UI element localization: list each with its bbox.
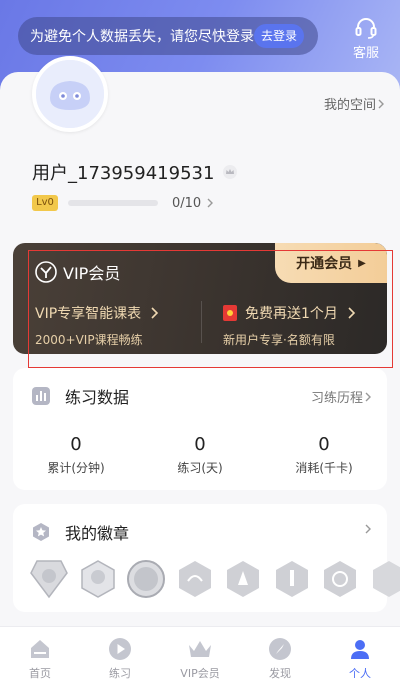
level-progress-text: 0/10 xyxy=(172,195,202,211)
customer-service-button[interactable]: 客服 xyxy=(346,16,386,61)
vip-left-subtitle: 2000+VIP课程畅练 xyxy=(35,333,143,347)
chevron-right-icon xyxy=(365,392,371,401)
stat-label: 累计(分钟) xyxy=(47,461,105,475)
badge-icon[interactable] xyxy=(272,559,312,599)
practice-title: 练习数据 xyxy=(65,388,130,407)
chevron-right-icon xyxy=(378,99,384,108)
stat-value: 0 xyxy=(194,434,206,455)
tab-vip[interactable]: VIP会员 xyxy=(160,627,240,690)
badge-icon[interactable] xyxy=(223,559,263,599)
tab-label: 发现 xyxy=(269,667,291,680)
crown-icon xyxy=(189,641,211,657)
vip-card[interactable]: VIP会员 开通会员 ▶ VIP专享智能课表 2000+VIP课程畅练 免费再送… xyxy=(13,243,387,354)
level-progress-bar xyxy=(68,200,158,206)
login-button[interactable]: 去登录 xyxy=(254,24,304,48)
username-row: 用户_173959419531 xyxy=(32,159,238,185)
chevron-right-icon xyxy=(365,524,371,534)
badge-list xyxy=(29,559,400,599)
open-vip-label: 开通会员 xyxy=(296,256,353,272)
home-icon xyxy=(31,640,49,658)
stat-value: 0 xyxy=(318,434,330,455)
level-badge: Lv0 xyxy=(32,195,58,211)
vip-right-subtitle: 新用户专享·名额有限 xyxy=(223,333,335,347)
bar-chart-icon xyxy=(32,387,50,405)
badge-icon[interactable] xyxy=(175,559,215,599)
chevron-right-icon xyxy=(151,307,159,319)
badges-card[interactable]: 我的徽章 xyxy=(13,504,400,612)
stat-calories: 0 消耗(千卡) xyxy=(274,434,374,476)
badge-icon[interactable] xyxy=(78,559,118,599)
compass-icon xyxy=(269,638,291,660)
tab-label: VIP会员 xyxy=(180,667,220,680)
tab-home[interactable]: 首页 xyxy=(0,627,80,690)
my-space-label: 我的空间 xyxy=(323,98,376,113)
stat-total-minutes: 0 累计(分钟) xyxy=(26,434,126,476)
crown-icon xyxy=(223,165,238,179)
vip-left-title: VIP专享智能课表 xyxy=(35,306,142,322)
avatar-face-icon xyxy=(36,60,104,128)
customer-service-label: 客服 xyxy=(352,46,379,61)
red-packet-icon xyxy=(223,305,237,321)
tab-practice[interactable]: 练习 xyxy=(80,627,160,690)
star-badge-icon xyxy=(33,523,49,541)
login-tip-banner[interactable]: 为避免个人数据丢失，请您尽快登录 去登录 xyxy=(18,17,318,55)
avatar[interactable] xyxy=(32,56,108,132)
my-space-link[interactable]: 我的空间 xyxy=(324,94,386,113)
badge-icon[interactable] xyxy=(369,559,400,599)
chevron-right-icon xyxy=(348,307,356,319)
badge-icon[interactable] xyxy=(320,559,360,599)
practice-data-card: 练习数据 习练历程 0 累计(分钟) 0 练习(天) 0 消耗(千卡) xyxy=(13,368,387,490)
chevron-right-icon xyxy=(207,198,214,208)
level-row[interactable]: Lv0 0/10 xyxy=(32,195,215,211)
vip-title-label: VIP会员 xyxy=(63,264,121,283)
vip-title: VIP会员 xyxy=(35,260,120,284)
vip-right-title: 免费再送1个月 xyxy=(245,306,338,322)
play-triangle-icon: ▶ xyxy=(358,257,366,269)
tab-label: 个人 xyxy=(349,667,371,680)
badges-link[interactable] xyxy=(363,523,373,535)
play-icon xyxy=(109,638,131,660)
practice-header: 练习数据 xyxy=(31,384,129,408)
tab-label: 首页 xyxy=(29,667,51,680)
badges-header: 我的徽章 xyxy=(31,520,129,544)
tab-profile[interactable]: 个人 xyxy=(320,627,400,690)
badges-title: 我的徽章 xyxy=(65,524,130,543)
username: 用户_173959419531 xyxy=(32,163,215,184)
stat-practice-days: 0 练习(天) xyxy=(150,434,250,476)
headset-icon xyxy=(355,18,377,39)
practice-history-link[interactable]: 习练历程 xyxy=(311,387,373,406)
vip-free-month[interactable]: 免费再送1个月 新用户专享·名额有限 xyxy=(223,303,356,348)
open-vip-button[interactable]: 开通会员 ▶ xyxy=(275,243,387,283)
login-tip-text: 为避免个人数据丢失，请您尽快登录 xyxy=(30,29,254,45)
badge-icon[interactable] xyxy=(29,559,69,599)
stat-label: 练习(天) xyxy=(177,461,223,475)
tab-label: 练习 xyxy=(109,667,131,680)
vip-divider xyxy=(201,301,202,343)
person-icon xyxy=(351,640,369,659)
vip-smart-schedule[interactable]: VIP专享智能课表 2000+VIP课程畅练 xyxy=(35,303,159,348)
stat-value: 0 xyxy=(70,434,82,455)
tab-discover[interactable]: 发现 xyxy=(240,627,320,690)
vip-logo-icon xyxy=(35,261,57,283)
bottom-tab-bar: 首页 练习 VIP会员 发现 个人 xyxy=(0,626,400,690)
stat-label: 消耗(千卡) xyxy=(295,461,353,475)
practice-history-label: 习练历程 xyxy=(310,391,363,406)
badge-icon[interactable] xyxy=(126,559,166,599)
